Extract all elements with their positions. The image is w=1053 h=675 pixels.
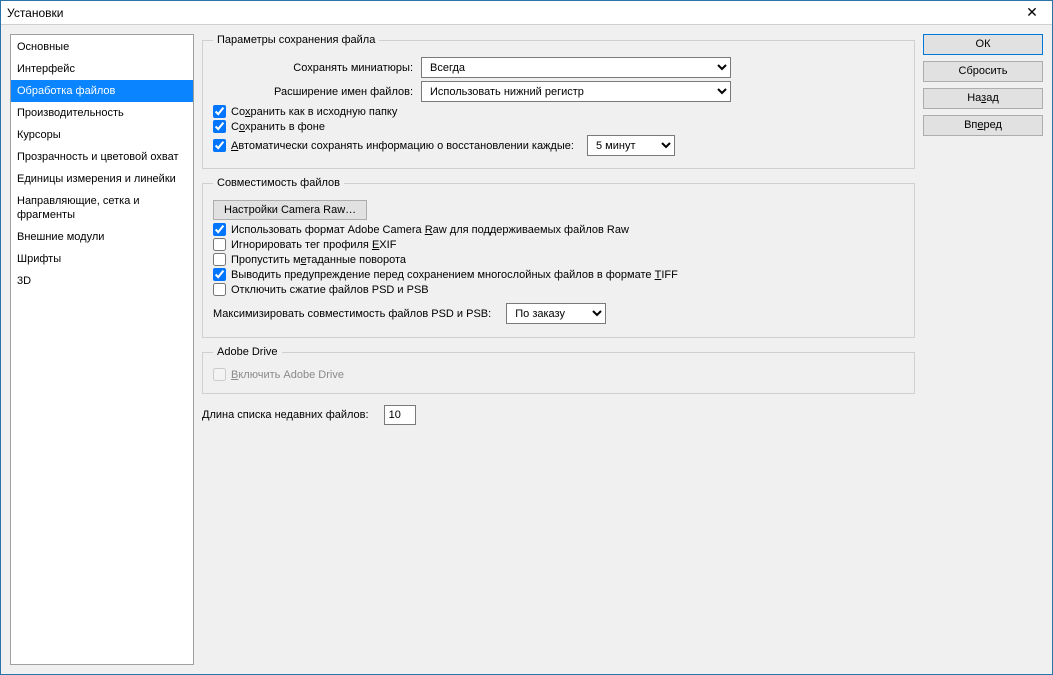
row-extension: Расширение имен файлов: Использовать ниж…: [213, 81, 904, 102]
close-button[interactable]: ✕: [1012, 1, 1052, 24]
checkbox-use-acr[interactable]: [213, 223, 226, 236]
preferences-window: Установки ✕ Основные Интерфейс Обработка…: [0, 0, 1053, 675]
row-recent-files: Длина списка недавних файлов:: [202, 405, 915, 425]
label-use-acr: Использовать формат Adobe Camera Raw для…: [231, 224, 629, 236]
label-max-compat: Максимизировать совместимость файлов PSD…: [213, 308, 491, 320]
group-file-compat: Совместимость файлов Настройки Camera Ra…: [202, 177, 915, 338]
titlebar: Установки ✕: [1, 1, 1052, 25]
check-use-acr[interactable]: Использовать формат Adobe Camera Raw для…: [213, 223, 904, 236]
sidebar: Основные Интерфейс Обработка файлов Прои…: [10, 34, 194, 665]
select-thumbnails[interactable]: Всегда: [421, 57, 731, 78]
label-save-to-source: Сохранить как в исходную папку: [231, 106, 397, 118]
checkbox-disable-compression[interactable]: [213, 283, 226, 296]
sidebar-item-transparency[interactable]: Прозрачность и цветовой охват: [11, 146, 193, 168]
row-camera-raw-btn: Настройки Camera Raw…: [213, 200, 904, 220]
label-enable-adobe-drive: Включить Adobe Drive: [231, 369, 344, 381]
input-recent-files[interactable]: [384, 405, 416, 425]
checkbox-tiff-warning[interactable]: [213, 268, 226, 281]
label-thumbnails: Сохранять миниатюры:: [213, 62, 415, 74]
label-disable-compression: Отключить сжатие файлов PSD и PSB: [231, 284, 429, 296]
label-skip-rotate-meta: Пропустить метаданные поворота: [231, 254, 406, 266]
checkbox-skip-rotate-meta[interactable]: [213, 253, 226, 266]
content: Параметры сохранения файла Сохранять мин…: [202, 34, 915, 665]
sidebar-item-general[interactable]: Основные: [11, 36, 193, 58]
group-file-saving-legend: Параметры сохранения файла: [213, 34, 379, 46]
select-autosave-interval[interactable]: 5 минут: [587, 135, 675, 156]
select-extension[interactable]: Использовать нижний регистр: [421, 81, 731, 102]
check-enable-adobe-drive: Включить Adobe Drive: [213, 368, 904, 381]
group-adobe-drive: Adobe Drive Включить Adobe Drive: [202, 346, 915, 394]
label-extension: Расширение имен файлов:: [213, 86, 415, 98]
checkbox-save-background[interactable]: [213, 120, 226, 133]
row-thumbnails: Сохранять миниатюры: Всегда: [213, 57, 904, 78]
sidebar-item-units[interactable]: Единицы измерения и линейки: [11, 168, 193, 190]
label-ignore-exif: Игнорировать тег профиля EXIF: [231, 239, 396, 251]
sidebar-item-cursors[interactable]: Курсоры: [11, 124, 193, 146]
checkbox-enable-adobe-drive: [213, 368, 226, 381]
actions-column: ОК Сбросить Назад Вперед: [923, 34, 1043, 665]
sidebar-item-interface[interactable]: Интерфейс: [11, 58, 193, 80]
checkbox-ignore-exif[interactable]: [213, 238, 226, 251]
label-autosave: Автоматически сохранять информацию о вос…: [231, 140, 574, 152]
sidebar-item-type[interactable]: Шрифты: [11, 248, 193, 270]
ok-button[interactable]: ОК: [923, 34, 1043, 55]
label-recent-files: Длина списка недавних файлов:: [202, 409, 369, 421]
sidebar-item-file-handling[interactable]: Обработка файлов: [11, 80, 193, 102]
label-save-background: Сохранить в фоне: [231, 121, 325, 133]
window-body: Основные Интерфейс Обработка файлов Прои…: [1, 25, 1052, 674]
sidebar-item-guides[interactable]: Направляющие, сетка и фрагменты: [11, 190, 193, 226]
row-max-compat: Максимизировать совместимость файлов PSD…: [213, 303, 904, 324]
check-tiff-warning[interactable]: Выводить предупреждение перед сохранение…: [213, 268, 904, 281]
checkbox-autosave[interactable]: [213, 139, 226, 152]
checkbox-save-to-source[interactable]: [213, 105, 226, 118]
check-save-to-source[interactable]: Сохранить как в исходную папку: [213, 105, 904, 118]
group-adobe-drive-legend: Adobe Drive: [213, 346, 282, 358]
sidebar-item-plugins[interactable]: Внешние модули: [11, 226, 193, 248]
group-file-saving: Параметры сохранения файла Сохранять мин…: [202, 34, 915, 169]
sidebar-item-performance[interactable]: Производительность: [11, 102, 193, 124]
check-disable-compression[interactable]: Отключить сжатие файлов PSD и PSB: [213, 283, 904, 296]
check-skip-rotate-meta[interactable]: Пропустить метаданные поворота: [213, 253, 904, 266]
main: Параметры сохранения файла Сохранять мин…: [202, 34, 1043, 665]
check-save-background[interactable]: Сохранить в фоне: [213, 120, 904, 133]
back-button[interactable]: Назад: [923, 88, 1043, 109]
reset-button[interactable]: Сбросить: [923, 61, 1043, 82]
check-autosave[interactable]: Автоматически сохранять информацию о вос…: [213, 135, 904, 156]
sidebar-item-3d[interactable]: 3D: [11, 270, 193, 292]
check-ignore-exif[interactable]: Игнорировать тег профиля EXIF: [213, 238, 904, 251]
group-file-compat-legend: Совместимость файлов: [213, 177, 344, 189]
forward-button[interactable]: Вперед: [923, 115, 1043, 136]
label-tiff-warning: Выводить предупреждение перед сохранение…: [231, 269, 678, 281]
window-title: Установки: [7, 6, 63, 20]
camera-raw-settings-button[interactable]: Настройки Camera Raw…: [213, 200, 367, 220]
select-max-compat[interactable]: По заказу: [506, 303, 606, 324]
